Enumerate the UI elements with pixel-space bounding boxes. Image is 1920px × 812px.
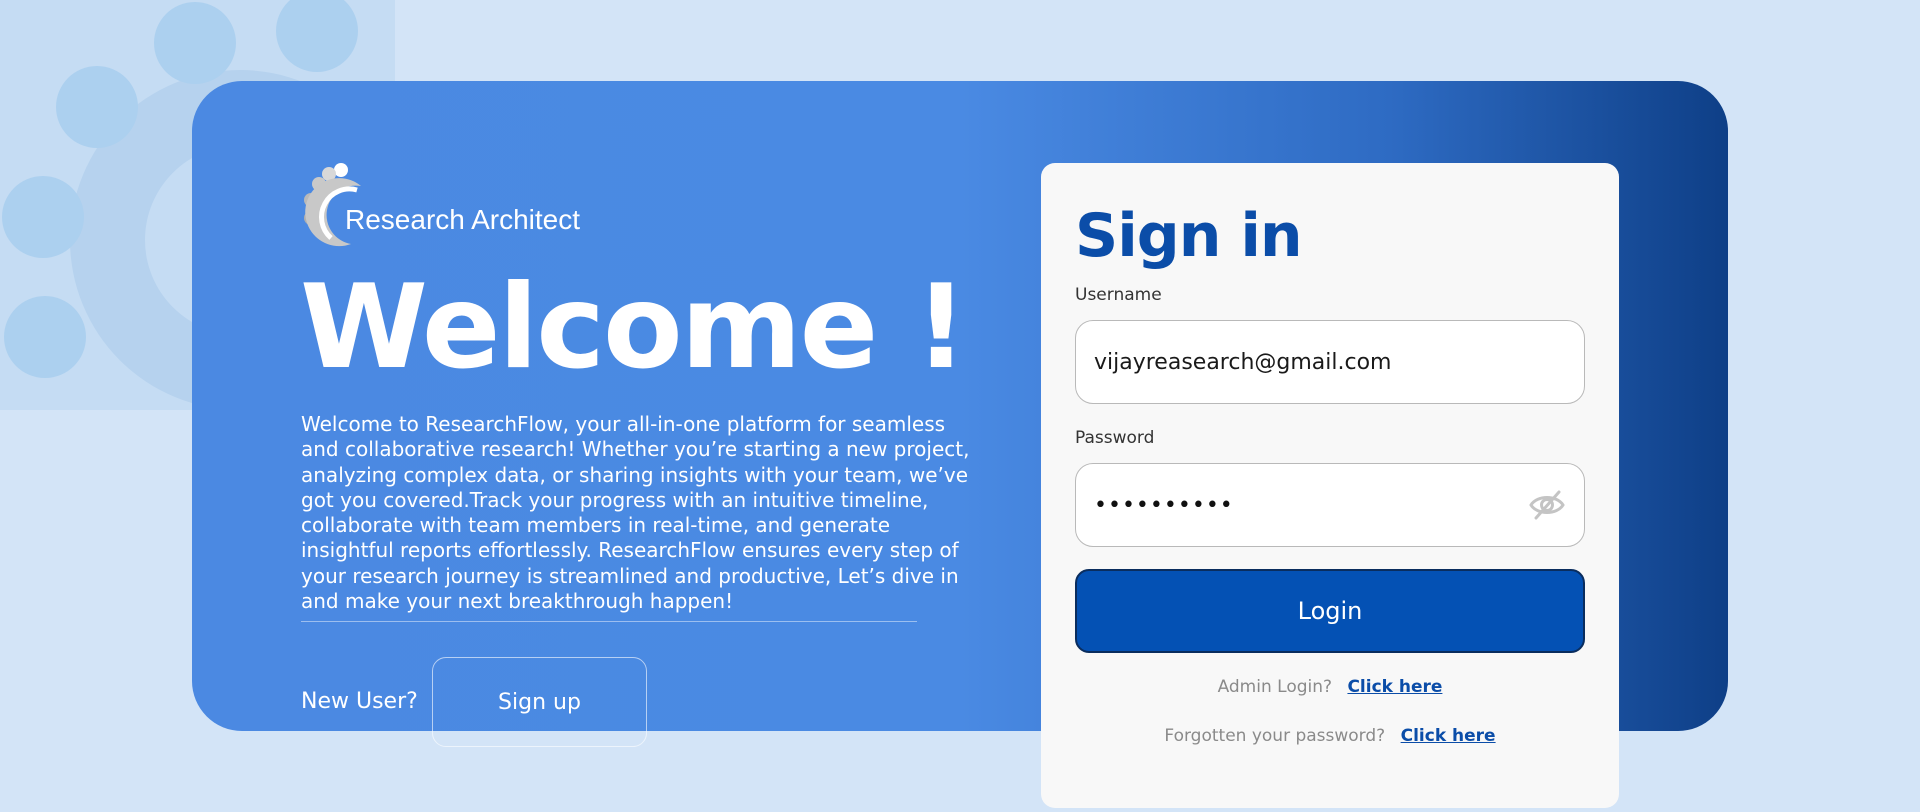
login-button[interactable]: Login xyxy=(1075,569,1585,653)
forgot-password-link[interactable]: Click here xyxy=(1401,726,1496,746)
decorative-dot xyxy=(2,176,84,258)
admin-login-link[interactable]: Click here xyxy=(1347,677,1442,697)
divider xyxy=(301,621,917,622)
signin-card: Sign in Username Password •••••••••• Log… xyxy=(1041,163,1619,808)
password-label: Password xyxy=(1075,428,1155,448)
password-input[interactable]: •••••••••• xyxy=(1094,493,1528,518)
new-user-label: New User? xyxy=(301,689,418,714)
admin-login-row: Admin Login? Click here xyxy=(1041,677,1619,697)
decorative-dot xyxy=(56,66,138,148)
eye-slash-icon[interactable] xyxy=(1528,489,1566,521)
password-field[interactable]: •••••••••• xyxy=(1075,463,1585,547)
username-input[interactable] xyxy=(1094,349,1566,375)
brand-name: Research Architect xyxy=(345,204,580,235)
signup-button[interactable]: Sign up xyxy=(432,657,647,747)
decorative-dot xyxy=(276,0,358,72)
decorative-dot xyxy=(154,2,236,84)
brand-logo: Research Architect xyxy=(301,160,601,250)
decorative-dot xyxy=(4,296,86,378)
username-label: Username xyxy=(1075,285,1162,305)
welcome-description: Welcome to ResearchFlow, your all-in-one… xyxy=(301,412,970,614)
forgot-password-prompt: Forgotten your password? xyxy=(1164,726,1386,746)
signin-title: Sign in xyxy=(1075,201,1303,271)
username-field[interactable] xyxy=(1075,320,1585,404)
admin-login-prompt: Admin Login? xyxy=(1217,677,1333,697)
welcome-title: Welcome ! xyxy=(300,260,968,395)
forgot-password-row: Forgotten your password? Click here xyxy=(1041,726,1619,746)
